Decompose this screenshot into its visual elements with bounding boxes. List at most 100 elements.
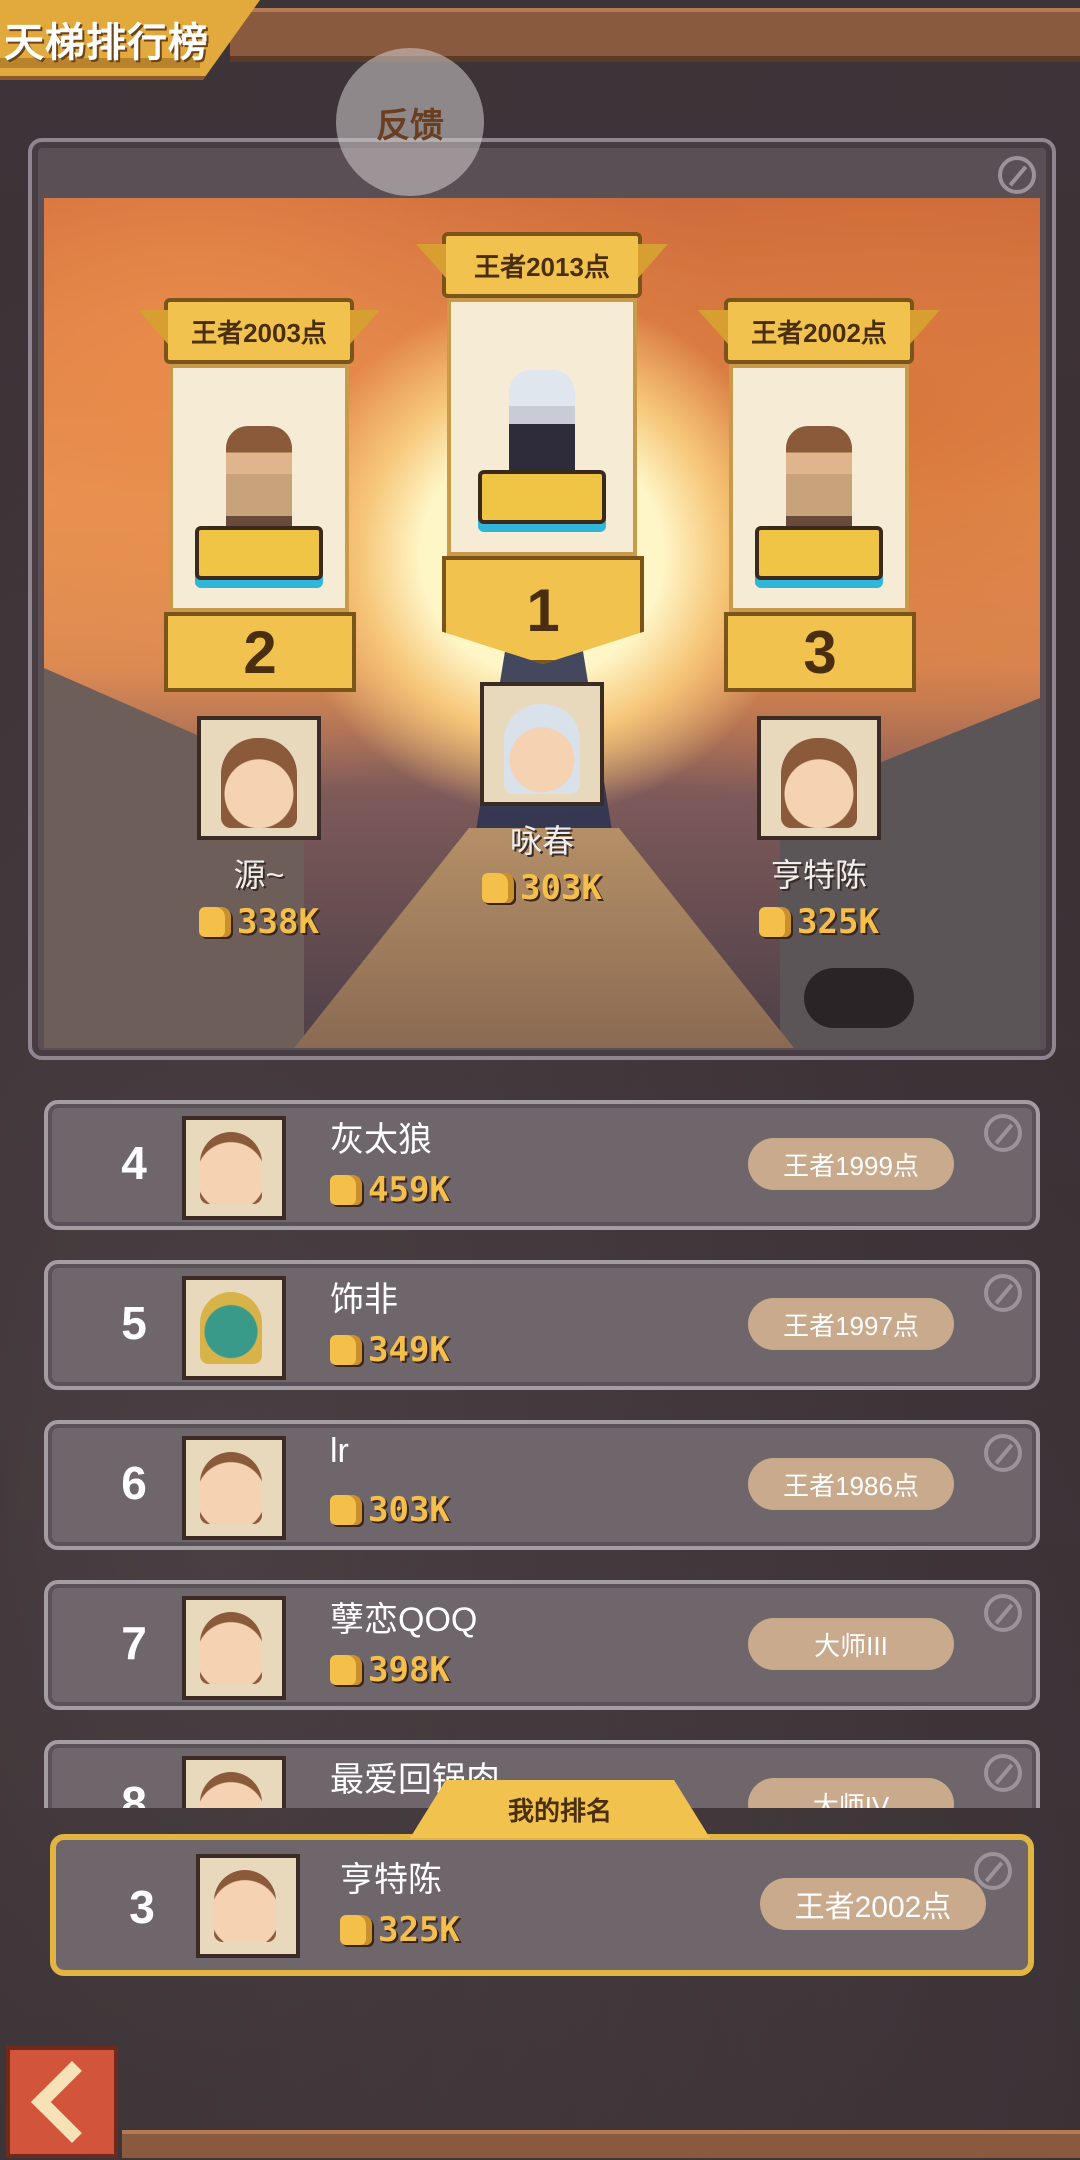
podium-score-badge: 王者2003点 bbox=[164, 298, 354, 364]
avatar-face bbox=[200, 1772, 262, 1808]
info-button[interactable] bbox=[984, 1114, 1022, 1152]
avatar-face bbox=[504, 704, 580, 794]
power-text: 349K bbox=[368, 1330, 450, 1370]
info-icon bbox=[984, 1434, 1022, 1472]
avatar-face bbox=[200, 1452, 262, 1524]
avatar[interactable] bbox=[196, 1854, 300, 1958]
power-value: 303K bbox=[330, 1490, 450, 1530]
fist-icon bbox=[330, 1655, 362, 1685]
power-value: 398K bbox=[330, 1650, 450, 1690]
fist-icon bbox=[199, 907, 232, 937]
info-icon bbox=[984, 1114, 1022, 1152]
podium-first[interactable]: 王者2013点 1 咏春 303K bbox=[442, 232, 644, 908]
fist-icon bbox=[482, 873, 515, 903]
player-name: 亨特陈 bbox=[770, 857, 867, 893]
tier-badge: 大师III bbox=[748, 1618, 954, 1670]
bottom-bar bbox=[122, 2130, 1080, 2158]
podium-card bbox=[729, 364, 909, 612]
player-name: 饰非 bbox=[330, 1281, 398, 1319]
fist-icon bbox=[330, 1495, 362, 1525]
tier-badge: 王者1997点 bbox=[748, 1298, 954, 1350]
power-text: 325K bbox=[378, 1910, 460, 1950]
pedestal bbox=[195, 526, 323, 580]
pedestal bbox=[755, 526, 883, 580]
info-icon bbox=[984, 1594, 1022, 1632]
avatar[interactable] bbox=[182, 1756, 286, 1808]
rank-number: 4 bbox=[121, 1137, 147, 1189]
page-title: 天梯排行榜 bbox=[4, 21, 209, 65]
power-value: 338K bbox=[164, 902, 354, 942]
power-text: 303K bbox=[368, 1490, 450, 1530]
rank-number: 6 bbox=[121, 1457, 147, 1509]
avatar-face bbox=[200, 1612, 262, 1684]
avatar-face bbox=[200, 1292, 262, 1364]
info-icon bbox=[984, 1274, 1022, 1312]
avatar[interactable] bbox=[182, 1276, 286, 1380]
podium-second[interactable]: 王者2003点 2 源~ 338K bbox=[164, 298, 356, 942]
info-button[interactable] bbox=[984, 1274, 1022, 1312]
avatar[interactable] bbox=[757, 716, 881, 840]
info-button[interactable] bbox=[984, 1594, 1022, 1632]
power-text: 398K bbox=[368, 1650, 450, 1690]
ranking-list[interactable]: 4 灰太狼 459K 王者1999点 5 饰非 349K 王者1997点 6 l… bbox=[0, 1090, 1080, 1808]
power-value: 303K bbox=[442, 868, 642, 908]
my-rank-label: 我的排名 bbox=[410, 1780, 710, 1838]
player-name: 咏春 bbox=[509, 823, 574, 859]
rank-number: 8 bbox=[121, 1777, 147, 1808]
power-value: 349K bbox=[330, 1330, 450, 1370]
avatar[interactable] bbox=[182, 1596, 286, 1700]
back-button[interactable] bbox=[6, 2046, 118, 2158]
info-button[interactable] bbox=[974, 1852, 1012, 1890]
info-icon bbox=[974, 1852, 1012, 1890]
avatar[interactable] bbox=[182, 1436, 286, 1540]
avatar[interactable] bbox=[182, 1116, 286, 1220]
player-name: 灰太狼 bbox=[330, 1121, 432, 1159]
podium-card bbox=[447, 298, 637, 556]
player-name: 孽恋QOQ bbox=[330, 1601, 478, 1639]
podium-third[interactable]: 王者2002点 3 亨特陈 325K bbox=[724, 298, 916, 942]
podium-panel: 王者2003点 2 源~ 338K 王者2013点 1 咏春 303K 王者20… bbox=[28, 138, 1056, 1060]
podium-score-badge: 王者2013点 bbox=[442, 232, 642, 298]
scene-tires bbox=[804, 968, 914, 1028]
avatar-face bbox=[781, 738, 857, 828]
feedback-button[interactable]: 反馈 bbox=[336, 48, 484, 196]
power-value: 459K bbox=[330, 1170, 450, 1210]
info-button[interactable] bbox=[984, 1754, 1022, 1792]
avatar[interactable] bbox=[480, 682, 604, 806]
rank-number: 3 bbox=[129, 1881, 155, 1933]
fist-icon bbox=[340, 1915, 372, 1945]
podium-score-badge: 王者2002点 bbox=[724, 298, 914, 364]
info-icon bbox=[998, 156, 1036, 194]
list-item[interactable]: 7 孽恋QOQ 398K 大师III bbox=[44, 1580, 1040, 1710]
podium-scene: 王者2003点 2 源~ 338K 王者2013点 1 咏春 303K 王者20… bbox=[44, 198, 1040, 1048]
my-rank-row[interactable]: 3 亨特陈 325K 王者2002点 bbox=[50, 1834, 1034, 1976]
player-name: 源~ bbox=[233, 857, 285, 893]
tier-badge: 王者1986点 bbox=[748, 1458, 954, 1510]
player-name: lr bbox=[330, 1432, 349, 1470]
tier-badge: 大师IV bbox=[748, 1778, 954, 1808]
avatar-face bbox=[200, 1132, 262, 1204]
list-item[interactable]: 6 lr 303K 王者1986点 bbox=[44, 1420, 1040, 1550]
back-arrow-icon bbox=[30, 2060, 114, 2144]
pedestal bbox=[478, 470, 606, 524]
rank-number: 7 bbox=[121, 1617, 147, 1669]
list-item[interactable]: 4 灰太狼 459K 王者1999点 bbox=[44, 1100, 1040, 1230]
power-text: 459K bbox=[368, 1170, 450, 1210]
power-text: 303K bbox=[520, 868, 602, 908]
fist-icon bbox=[759, 907, 792, 937]
info-button[interactable] bbox=[984, 1434, 1022, 1472]
podium-info-button[interactable] bbox=[998, 156, 1036, 194]
podium-rank-number: 2 bbox=[164, 612, 356, 692]
power-value: 325K bbox=[724, 902, 914, 942]
power-value: 325K bbox=[340, 1910, 460, 1950]
list-item[interactable]: 5 饰非 349K 王者1997点 bbox=[44, 1260, 1040, 1390]
player-name: 亨特陈 bbox=[340, 1861, 442, 1899]
avatar[interactable] bbox=[197, 716, 321, 840]
podium-rank-number: 3 bbox=[724, 612, 916, 692]
power-text: 325K bbox=[797, 902, 879, 942]
avatar-face bbox=[214, 1870, 276, 1942]
info-icon bbox=[984, 1754, 1022, 1792]
tier-badge: 王者2002点 bbox=[760, 1878, 986, 1930]
podium-rank-number: 1 bbox=[442, 556, 644, 664]
avatar-face bbox=[221, 738, 297, 828]
